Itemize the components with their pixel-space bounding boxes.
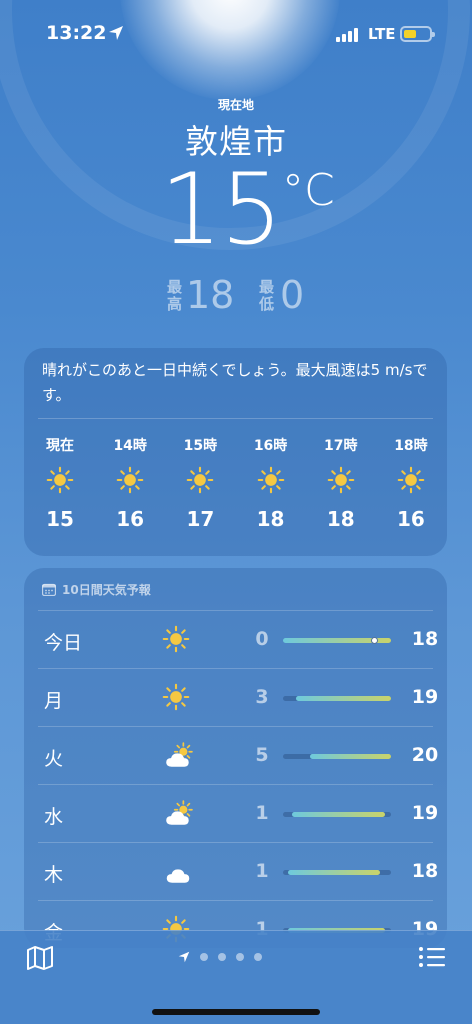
hour-item: 15時 17 — [172, 435, 228, 531]
high-value: 18 — [186, 273, 235, 317]
page-indicator[interactable] — [178, 951, 262, 963]
forecast-row[interactable]: 月 3 19 — [38, 668, 438, 726]
status-bar: 13:22 LTE — [0, 0, 472, 60]
temperature-range-fill — [288, 870, 381, 875]
forecast-list: 今日 0 18月 3 19火 5 20水 1 19木 1 18金 1 19 — [24, 610, 447, 948]
network-type: LTE — [368, 25, 396, 43]
temperature-value: 15 — [160, 153, 283, 267]
forecast-title: 10日間天気予報 — [62, 582, 151, 597]
hour-time: 現在 — [46, 438, 74, 454]
sun-icon — [313, 457, 369, 503]
hour-item: 現在 15 — [32, 435, 88, 531]
low-value: 0 — [280, 273, 305, 317]
hourly-list[interactable]: 現在 15 14時 16 15時 17 16時 18 17時 18 18時 16 — [24, 435, 447, 531]
calendar-icon — [42, 583, 56, 596]
hour-temp: 17 — [186, 507, 215, 531]
hour-time: 15時 — [183, 438, 218, 454]
sun-icon — [172, 457, 228, 503]
current-weather-header: 現在地 敦煌市 15 °C 最高 18 最低 0 — [0, 96, 472, 317]
hour-item: 14時 16 — [102, 435, 158, 531]
forecast-day: 火 — [44, 748, 64, 770]
hour-item: 17時 18 — [313, 435, 369, 531]
sun-icon — [243, 457, 299, 503]
page-dot[interactable] — [218, 953, 226, 961]
hour-time: 17時 — [324, 438, 358, 454]
hour-time: 14時 — [113, 438, 147, 454]
hour-item: 18時 16 — [383, 435, 439, 531]
hour-item: 16時 18 — [243, 435, 299, 531]
page-dot[interactable] — [254, 953, 262, 961]
temperature-unit: °C — [282, 165, 335, 216]
high-label: 最高 — [166, 278, 182, 313]
weather-summary: 晴れがこのあと一日中続くでしょう。最大風速は5 m/sです。 — [42, 361, 428, 404]
status-time: 13:22 — [46, 22, 107, 44]
hour-temp: 18 — [326, 507, 355, 531]
ten-day-forecast-card[interactable]: 10日間天気予報 今日 0 18 月 3 19 火 5 20 水 1 19 木 1 18… — [24, 568, 447, 948]
cellular-signal-icon — [336, 28, 358, 42]
forecast-high: 20 — [411, 744, 439, 766]
forecast-day: 今日 — [44, 632, 83, 654]
hourly-forecast-card[interactable]: 晴れがこのあと一日中続くでしょう。最大風速は5 m/sです。 現在 15 14時 … — [24, 348, 447, 556]
hour-temp: 16 — [116, 507, 145, 531]
sun-icon — [162, 625, 194, 655]
hour-time: 16時 — [253, 438, 288, 454]
forecast-high: 19 — [411, 802, 439, 824]
forecast-high: 18 — [411, 628, 439, 650]
forecast-high: 18 — [411, 860, 439, 882]
battery-icon — [400, 26, 435, 42]
sun-icon — [383, 457, 439, 503]
forecast-row[interactable]: 木 1 18 — [38, 842, 438, 900]
current-temperature: 15 °C — [0, 153, 472, 273]
temperature-range-bar — [283, 812, 391, 817]
forecast-high: 19 — [411, 686, 439, 708]
temperature-range-fill — [310, 754, 391, 759]
list-icon[interactable] — [418, 945, 446, 969]
forecast-header: 10日間天気予報 — [24, 568, 447, 610]
forecast-day: 月 — [44, 690, 64, 712]
location-arrow-icon — [178, 951, 190, 963]
cloud-icon — [162, 857, 194, 887]
partly-cloudy-icon — [162, 741, 194, 771]
map-icon[interactable] — [26, 945, 54, 971]
forecast-low: 3 — [255, 686, 269, 708]
forecast-low: 1 — [255, 802, 269, 824]
forecast-low: 5 — [255, 744, 269, 766]
sun-icon — [162, 683, 194, 713]
forecast-row[interactable]: 水 1 19 — [38, 784, 438, 842]
hour-temp: 18 — [256, 507, 285, 531]
temperature-range-bar — [283, 870, 391, 875]
divider — [38, 418, 433, 419]
forecast-row[interactable]: 今日 0 18 — [38, 610, 438, 668]
forecast-low: 0 — [255, 628, 269, 650]
sun-icon — [102, 457, 158, 503]
temperature-range-bar — [283, 637, 391, 644]
hour-temp: 15 — [46, 507, 74, 531]
bottom-toolbar — [0, 930, 472, 1024]
forecast-row[interactable]: 火 5 20 — [38, 726, 438, 784]
forecast-day: 木 — [44, 864, 64, 886]
high-low: 最高 18 最低 0 — [0, 273, 472, 317]
hour-time: 18時 — [394, 438, 428, 454]
hour-temp: 16 — [397, 507, 425, 531]
temperature-range-fill — [291, 812, 385, 817]
temperature-range-fill — [295, 696, 391, 701]
partly-cloudy-icon — [162, 799, 194, 829]
location-label: 現在地 — [217, 98, 254, 112]
location-arrow-icon — [109, 26, 123, 40]
home-indicator[interactable] — [152, 1009, 320, 1015]
temperature-range-bar — [283, 754, 391, 759]
page-dot[interactable] — [236, 953, 244, 961]
forecast-low: 1 — [255, 860, 269, 882]
page-dot[interactable] — [200, 953, 208, 961]
low-label: 最低 — [258, 278, 274, 313]
temperature-range-bar — [283, 696, 391, 701]
sun-icon — [32, 457, 88, 503]
forecast-day: 水 — [44, 806, 64, 828]
